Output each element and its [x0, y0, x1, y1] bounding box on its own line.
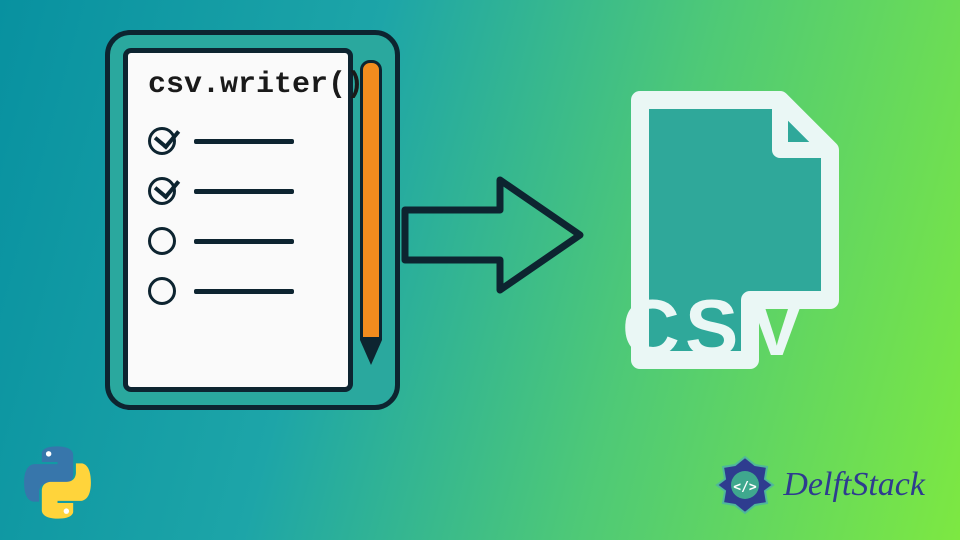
svg-text:</>: </>	[734, 480, 758, 495]
arrow-icon	[400, 170, 590, 300]
circle-icon	[148, 277, 176, 305]
checkmark-icon	[148, 127, 176, 155]
python-logo-icon	[20, 445, 95, 520]
svg-text:V: V	[750, 283, 803, 372]
csv-file-icon: C S V	[625, 85, 845, 375]
svg-text:S: S	[685, 283, 736, 372]
circle-icon	[148, 227, 176, 255]
pencil-icon	[360, 60, 382, 380]
delftstack-emblem-icon: </>	[715, 455, 775, 515]
list-item	[148, 127, 328, 155]
brand-name: DelftStack	[783, 466, 925, 504]
list-line	[194, 139, 294, 144]
list-line	[194, 239, 294, 244]
list-item	[148, 227, 328, 255]
list-line	[194, 189, 294, 194]
checkmark-icon	[148, 177, 176, 205]
list-item	[148, 277, 328, 305]
list-line	[194, 289, 294, 294]
delftstack-logo: </> DelftStack	[715, 455, 925, 515]
svg-text:C: C	[625, 283, 678, 372]
notepad-page: csv.writer()	[123, 48, 353, 392]
list-item	[148, 177, 328, 205]
notepad-title: csv.writer()	[148, 68, 328, 102]
notepad-illustration: csv.writer()	[105, 30, 400, 410]
